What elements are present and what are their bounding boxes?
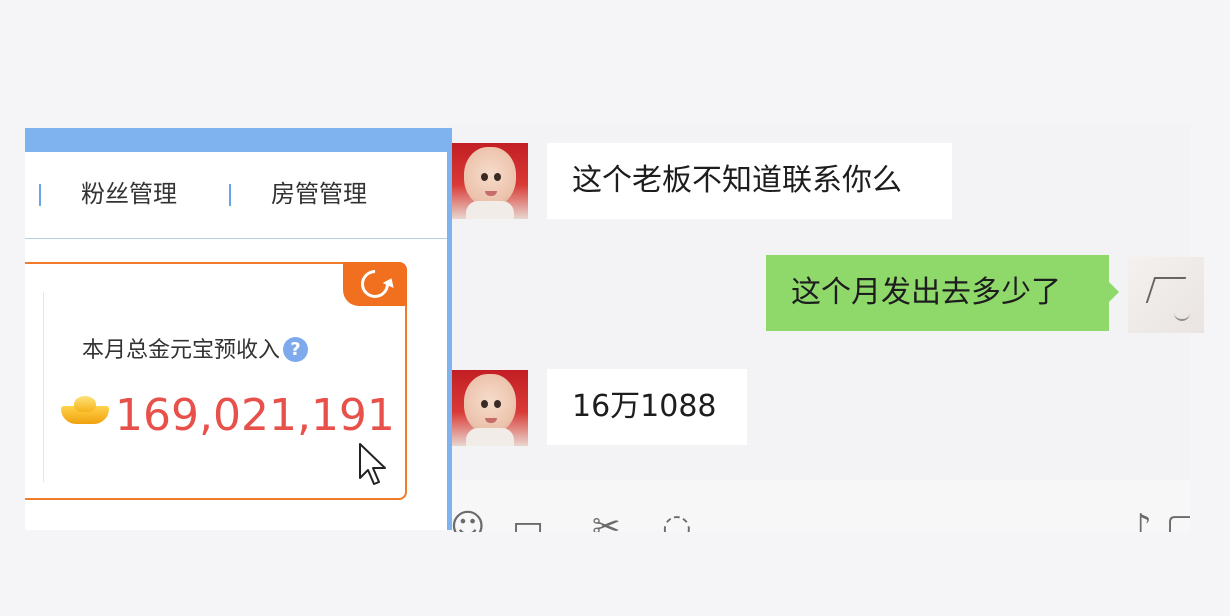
income-value-text: 169,021,191 bbox=[115, 390, 395, 441]
handwriting-avatar[interactable] bbox=[1128, 257, 1204, 333]
scissors-icon[interactable]: ✂ bbox=[592, 510, 621, 532]
tab-fan-management[interactable]: 粉丝管理 bbox=[81, 176, 177, 212]
tab-divider bbox=[39, 184, 41, 206]
income-value: 169,021,191 bbox=[61, 388, 395, 444]
screenshot-stage: 这个老板不知道联系你么 这个月发出去多少了 16万1088 ☺ ▭ ✂ ◌ ♪ … bbox=[0, 0, 1230, 616]
outgoing-message-bubble[interactable]: 这个月发出去多少了 bbox=[766, 255, 1119, 331]
chat-bubble-icon[interactable]: ◌ bbox=[662, 510, 692, 532]
mouse-cursor-icon bbox=[359, 443, 386, 485]
refresh-button[interactable] bbox=[343, 262, 407, 306]
help-icon[interactable]: ? bbox=[283, 337, 309, 362]
dashboard-tab-bar: 粉丝管理 房管管理 bbox=[25, 152, 447, 239]
monthly-income-card: 本月总金元宝预收入? 169,021,191 bbox=[25, 262, 407, 500]
window-icon[interactable]: ▢ bbox=[1166, 510, 1190, 532]
card-divider bbox=[43, 292, 44, 482]
emoji-icon[interactable]: ☺ bbox=[450, 510, 485, 532]
streamer-dashboard-panel: ▪▪ 粉丝管理 房管管理 本月总金元宝预收入? 169,021,191 bbox=[25, 128, 452, 530]
baby-photo-avatar[interactable] bbox=[452, 370, 528, 446]
baby-photo-avatar[interactable] bbox=[452, 143, 528, 219]
income-label-text: 本月总金元宝预收入 bbox=[82, 338, 281, 363]
window-controls-icon[interactable]: ▪▪ bbox=[398, 130, 433, 146]
folder-icon[interactable]: ▭ bbox=[512, 510, 544, 532]
tab-room-admin-management[interactable]: 房管管理 bbox=[271, 176, 367, 212]
incoming-message-bubble[interactable]: 这个老板不知道联系你么 bbox=[547, 143, 952, 219]
refresh-icon bbox=[355, 264, 395, 304]
incoming-message-bubble[interactable]: 16万1088 bbox=[547, 369, 747, 445]
tab-divider bbox=[229, 184, 231, 206]
income-label: 本月总金元宝预收入? bbox=[82, 336, 309, 366]
gold-ingot-icon bbox=[61, 396, 109, 426]
chat-input-toolbar: ☺ ▭ ✂ ◌ ♪ ▢ bbox=[450, 480, 1190, 532]
microphone-icon[interactable]: ♪ bbox=[1130, 510, 1152, 532]
